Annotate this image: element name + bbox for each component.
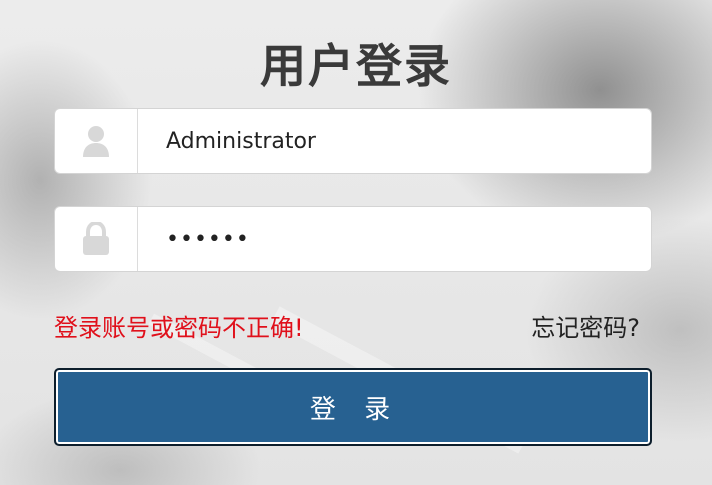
page-title: 用户登录 — [260, 39, 452, 93]
user-icon — [55, 109, 138, 173]
username-field-box — [54, 108, 652, 174]
password-input[interactable] — [138, 207, 651, 271]
password-field-box — [54, 206, 652, 272]
login-button[interactable]: 登 录 — [54, 368, 652, 446]
error-message: 登录账号或密码不正确! — [54, 314, 304, 342]
username-input[interactable] — [138, 109, 651, 173]
forgot-password-link[interactable]: 忘记密码? — [531, 308, 640, 343]
lock-icon — [55, 207, 138, 271]
